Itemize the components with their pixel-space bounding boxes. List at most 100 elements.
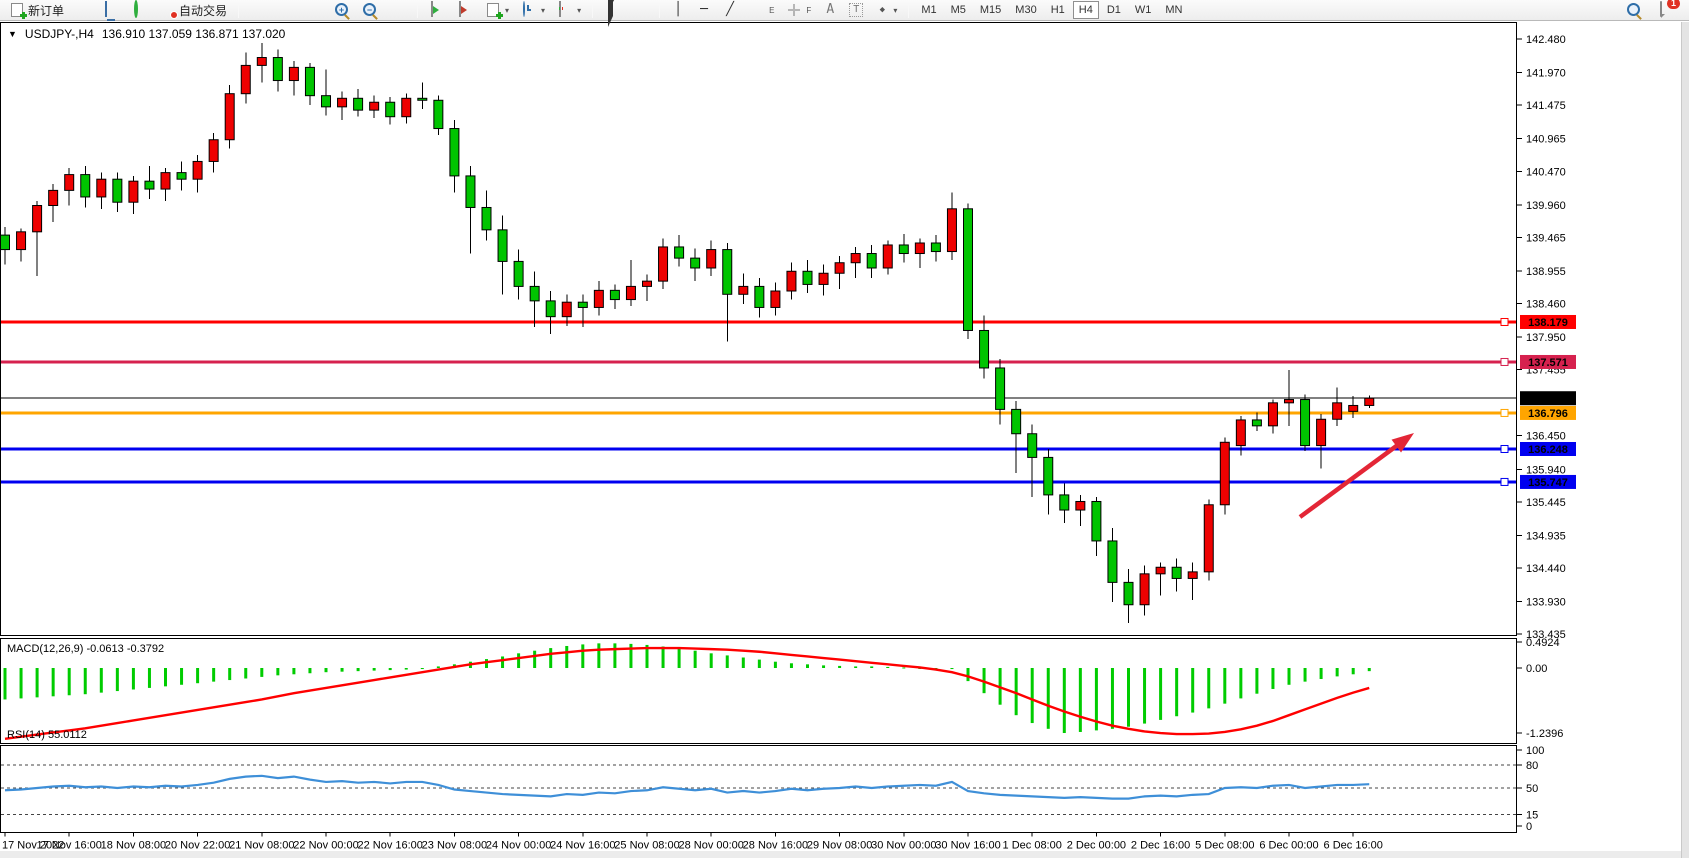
channel-button[interactable]: E [744,0,779,21]
macd-bar [886,667,889,668]
svg-text:138.460: 138.460 [1526,299,1566,311]
tab-m5[interactable]: M5 [945,1,972,19]
vertical-line-button[interactable]: │ [666,0,690,21]
bear-candle [498,230,507,262]
auto-trading-button[interactable]: 自动交易 [155,0,232,21]
bear-candle [1,235,10,249]
tab-mn[interactable]: MN [1159,1,1188,19]
zoom-out-button[interactable]: − [357,0,383,21]
macd-bar [501,656,504,668]
macd-bar [838,666,841,668]
new-order-button[interactable]: 新订单 [4,0,69,21]
price-chart[interactable]: 142.480141.970141.475140.965140.470139.9… [0,22,1689,858]
bull-candle [1156,567,1165,574]
macd-bar [132,668,135,689]
bull-candle [129,181,138,202]
tools-button[interactable] [71,0,97,21]
svg-text:5 Dec 08:00: 5 Dec 08:00 [1195,840,1254,852]
line-handle [1501,409,1508,416]
svg-text:136.248: 136.248 [1528,444,1568,456]
bar-chart-button[interactable] [245,0,271,21]
svg-text:20 Nov 22:00: 20 Nov 22:00 [165,840,230,852]
line-chart-button[interactable] [301,0,327,21]
macd-bar [1320,668,1323,679]
macd-bar [84,668,87,694]
text-button[interactable]: A [818,0,842,21]
tab-h1[interactable]: H1 [1045,1,1071,19]
fibonacci-button[interactable]: F [781,0,816,21]
label-button[interactable]: T [844,0,868,21]
bear-candle [1124,582,1133,604]
tab-m15[interactable]: M15 [974,1,1007,19]
period-dropdown[interactable]: ▾ [516,0,550,21]
template-dropdown[interactable]: ▾ [552,0,586,21]
crosshair-button[interactable] [627,0,653,21]
svg-text:134.935: 134.935 [1526,530,1566,542]
tab-w1[interactable]: W1 [1129,1,1158,19]
bear-candle [578,302,587,307]
search-button[interactable] [1621,0,1647,21]
macd-bar [357,668,360,671]
macd-bar [1079,668,1082,732]
macd-bar [325,668,328,672]
zoom-in-button[interactable]: + [329,0,355,21]
horizontal-line-button[interactable]: ─ [692,0,716,21]
macd-bar [1159,668,1162,720]
bull-candle [707,250,716,268]
candlestick-chart-button[interactable] [273,0,299,21]
svg-text:6 Dec 16:00: 6 Dec 16:00 [1324,840,1383,852]
cursor-button[interactable] [599,0,625,21]
text-icon: A [823,2,837,18]
macd-bar [662,647,665,668]
bear-candle [1092,501,1101,540]
svg-text:50: 50 [1526,783,1538,795]
toolbar-separator [238,3,239,18]
terminal-button[interactable] [99,0,125,21]
line-handle [1501,318,1508,325]
chart-symbol: USDJPY-,H4 [25,27,94,41]
macd-bar [405,668,408,670]
svg-text:2 Dec 00:00: 2 Dec 00:00 [1067,840,1126,852]
macd-bar [710,653,713,668]
bear-candle [434,100,443,128]
svg-text:142.480: 142.480 [1526,34,1566,46]
bear-candle [354,98,363,110]
signals-button[interactable] [127,0,153,21]
bear-candle [755,286,764,307]
macd-bar [1368,668,1371,671]
chart-shift-icon [459,1,461,17]
bull-candle [241,65,250,93]
bull-candle [289,67,298,80]
monitor-icon [105,1,107,17]
bull-candle [1188,572,1197,579]
bull-candle [1268,403,1277,426]
macd-bar [774,662,777,668]
chart-window[interactable]: 142.480141.970141.475140.965140.470139.9… [0,22,1689,858]
notifications-button[interactable]: 1 [1653,0,1679,21]
bull-candle [1076,501,1085,510]
shapes-dropdown[interactable]: ◆▾ [870,0,902,21]
bull-candle [225,94,234,140]
bull-candle [1333,403,1342,419]
tile-windows-button[interactable] [385,0,411,21]
bull-candle [65,175,74,191]
macd-bar [1239,668,1242,698]
macd-bar [20,668,23,698]
auto-scroll-button[interactable] [424,0,450,21]
macd-bar [100,668,103,693]
macd-bar [276,668,279,675]
svg-text:138.179: 138.179 [1528,317,1568,329]
tab-h4[interactable]: H4 [1073,1,1099,19]
tab-d1[interactable]: D1 [1101,1,1127,19]
svg-text:28 Nov 16:00: 28 Nov 16:00 [743,840,808,852]
bull-candle [947,209,956,252]
new-chart-dropdown[interactable]: ▾ [480,0,514,21]
macd-bar [1127,668,1130,727]
tab-m30[interactable]: M30 [1009,1,1042,19]
bear-candle [305,67,314,95]
tab-m1[interactable]: M1 [915,1,942,19]
chart-shift-button[interactable] [452,0,478,21]
bull-candle [161,173,170,189]
trendline-button[interactable]: ╱ [718,0,742,21]
bear-candle [996,368,1005,409]
